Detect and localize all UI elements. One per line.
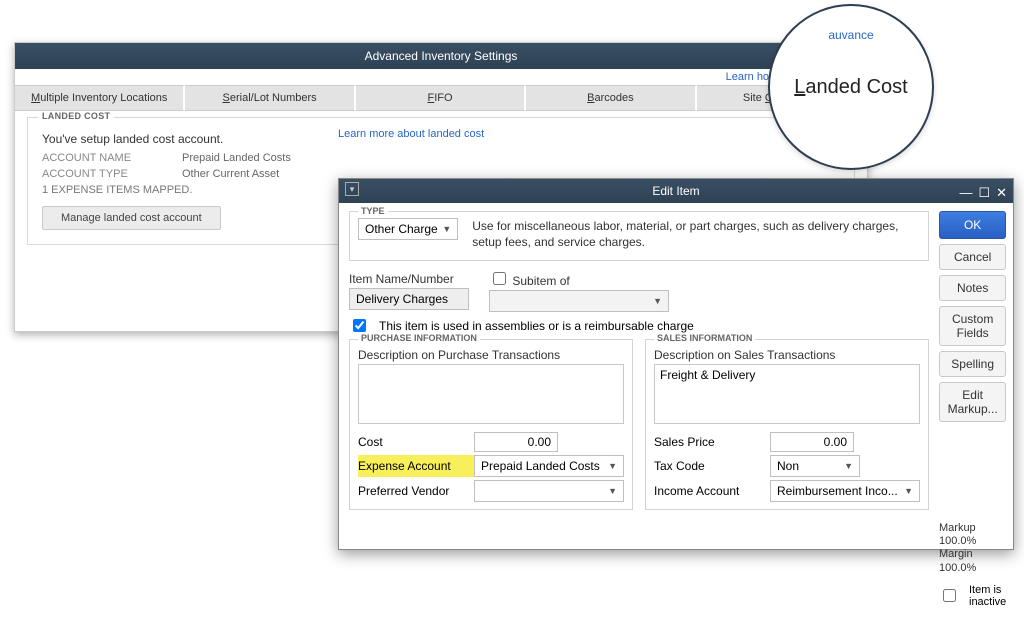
type-desc: Use for miscellaneous labor, material, o… xyxy=(472,218,920,250)
purchase-desc-input[interactable] xyxy=(358,364,624,424)
purchase-desc-label: Description on Purchase Transactions xyxy=(358,348,624,362)
item-name-input[interactable]: Delivery Charges xyxy=(349,288,469,310)
type-label: TYPE xyxy=(358,206,388,216)
sales-desc-input[interactable] xyxy=(654,364,920,424)
tab-bar: Multiple Inventory Locations Serial/Lot … xyxy=(15,85,867,111)
sales-price-input[interactable] xyxy=(770,432,854,452)
expense-account-select[interactable]: Prepaid Landed Costs▼ xyxy=(474,455,624,477)
expense-label: Expense Account xyxy=(358,459,474,473)
inactive-checkbox[interactable] xyxy=(943,589,956,602)
sales-desc-label: Description on Sales Transactions xyxy=(654,348,920,362)
acct-name-val: Prepaid Landed Costs xyxy=(182,152,291,164)
tax-code-select[interactable]: Non▼ xyxy=(770,455,860,477)
acct-name-key: ACCOUNT NAME xyxy=(42,152,182,164)
minimize-icon[interactable]: — xyxy=(959,181,972,205)
pref-vendor-label: Preferred Vendor xyxy=(358,484,474,498)
edit-item-title-bar: ▾ Edit Item — ☐ ✕ xyxy=(339,179,1013,203)
tax-code-label: Tax Code xyxy=(654,459,770,473)
sales-price-label: Sales Price xyxy=(654,435,770,449)
chevron-down-icon: ▼ xyxy=(844,461,853,471)
spelling-button[interactable]: Spelling xyxy=(939,351,1006,377)
edit-markup-button[interactable]: Edit Markup... xyxy=(939,382,1006,422)
purchase-header: PURCHASE INFORMATION xyxy=(358,333,480,343)
edit-item-sidebar: OK Cancel Notes Custom Fields Spelling E… xyxy=(939,211,1006,612)
chevron-down-icon: ▼ xyxy=(653,296,662,306)
tab-barcodes[interactable]: Barcodes xyxy=(526,85,696,111)
sales-section: SALES INFORMATION Description on Sales T… xyxy=(645,339,929,510)
chevron-down-icon: ▼ xyxy=(904,486,913,496)
panel-header: LANDED COST xyxy=(38,111,114,121)
tab-fifo[interactable]: FIFO xyxy=(356,85,526,111)
reimbursable-label: This item is used in assemblies or is a … xyxy=(379,319,694,333)
mapped-text: 1 EXPENSE ITEMS MAPPED. xyxy=(42,184,192,196)
inactive-label: Item is inactive xyxy=(969,584,1006,608)
maximize-icon[interactable]: ☐ xyxy=(978,181,990,205)
manage-landed-cost-button[interactable]: Manage landed cost account xyxy=(42,206,221,230)
window-title-bar: Advanced Inventory Settings × xyxy=(15,43,867,69)
custom-fields-button[interactable]: Custom Fields xyxy=(939,306,1006,346)
income-acct-label: Income Account xyxy=(654,484,770,498)
edit-item-main: TYPE Other Charge▼ Use for miscellaneous… xyxy=(349,211,929,612)
type-box: TYPE Other Charge▼ Use for miscellaneous… xyxy=(349,211,929,261)
pref-vendor-select[interactable]: ▼ xyxy=(474,480,624,502)
ok-button[interactable]: OK xyxy=(939,211,1006,239)
markup-info: Markup 100.0% Margin 100.0% xyxy=(939,522,1006,575)
subitem-checkbox[interactable] xyxy=(493,272,506,285)
subitem-label: Subitem of xyxy=(512,274,569,288)
landed-cost-callout: auvance Landed Cost xyxy=(768,4,934,170)
popup-icon[interactable]: ▾ xyxy=(345,182,359,196)
edit-item-title: Edit Item xyxy=(652,184,699,198)
item-name-label: Item Name/Number xyxy=(349,272,479,286)
callout-top-text: auvance xyxy=(828,28,873,42)
tab-serial-lot[interactable]: Serial/Lot Numbers xyxy=(185,85,355,111)
window-title: Advanced Inventory Settings xyxy=(365,49,518,63)
callout-label: Landed Cost xyxy=(794,76,907,99)
cancel-button[interactable]: Cancel xyxy=(939,244,1006,270)
cost-input[interactable] xyxy=(474,432,558,452)
reimbursable-checkbox[interactable] xyxy=(353,319,366,332)
subitem-select[interactable]: ▼ xyxy=(489,290,669,312)
close-icon[interactable]: ✕ xyxy=(996,181,1007,205)
acct-type-key: ACCOUNT TYPE xyxy=(42,168,182,180)
tab-multiple-locations[interactable]: Multiple Inventory Locations xyxy=(15,85,185,111)
edit-item-window: ▾ Edit Item — ☐ ✕ TYPE Other Charge▼ Use… xyxy=(338,178,1014,550)
cost-label: Cost xyxy=(358,435,474,449)
chevron-down-icon: ▼ xyxy=(608,486,617,496)
notes-button[interactable]: Notes xyxy=(939,275,1006,301)
learn-more-link[interactable]: Learn more about landed cost xyxy=(338,128,484,140)
income-account-select[interactable]: Reimbursement Inco...▼ xyxy=(770,480,920,502)
acct-type-val: Other Current Asset xyxy=(182,168,279,180)
chevron-down-icon: ▼ xyxy=(608,461,617,471)
sales-header: SALES INFORMATION xyxy=(654,333,755,343)
type-select[interactable]: Other Charge▼ xyxy=(358,218,458,240)
chevron-down-icon: ▼ xyxy=(442,224,451,234)
purchase-section: PURCHASE INFORMATION Description on Purc… xyxy=(349,339,633,510)
